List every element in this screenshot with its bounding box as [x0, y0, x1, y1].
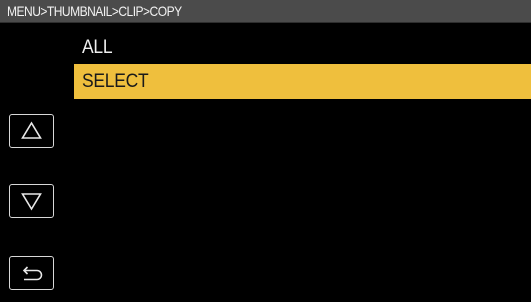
menu-item-label: SELECT	[82, 71, 149, 92]
menu-item-select[interactable]: SELECT	[74, 64, 531, 99]
title-bar: MENU>THUMBNAIL>CLIP>COPY	[0, 0, 531, 23]
breadcrumb: MENU>THUMBNAIL>CLIP>COPY	[7, 3, 182, 19]
back-button[interactable]	[9, 256, 54, 290]
return-arrow-icon	[22, 266, 43, 281]
triangle-up-icon	[21, 121, 42, 139]
scroll-up-button[interactable]	[9, 114, 54, 148]
camera-menu-screen: MENU>THUMBNAIL>CLIP>COPY ALL SELECT	[0, 0, 531, 302]
menu-item-label: ALL	[82, 37, 113, 58]
scroll-down-button[interactable]	[9, 184, 54, 218]
menu-item-all[interactable]: ALL	[74, 30, 531, 65]
triangle-down-icon	[21, 193, 42, 211]
